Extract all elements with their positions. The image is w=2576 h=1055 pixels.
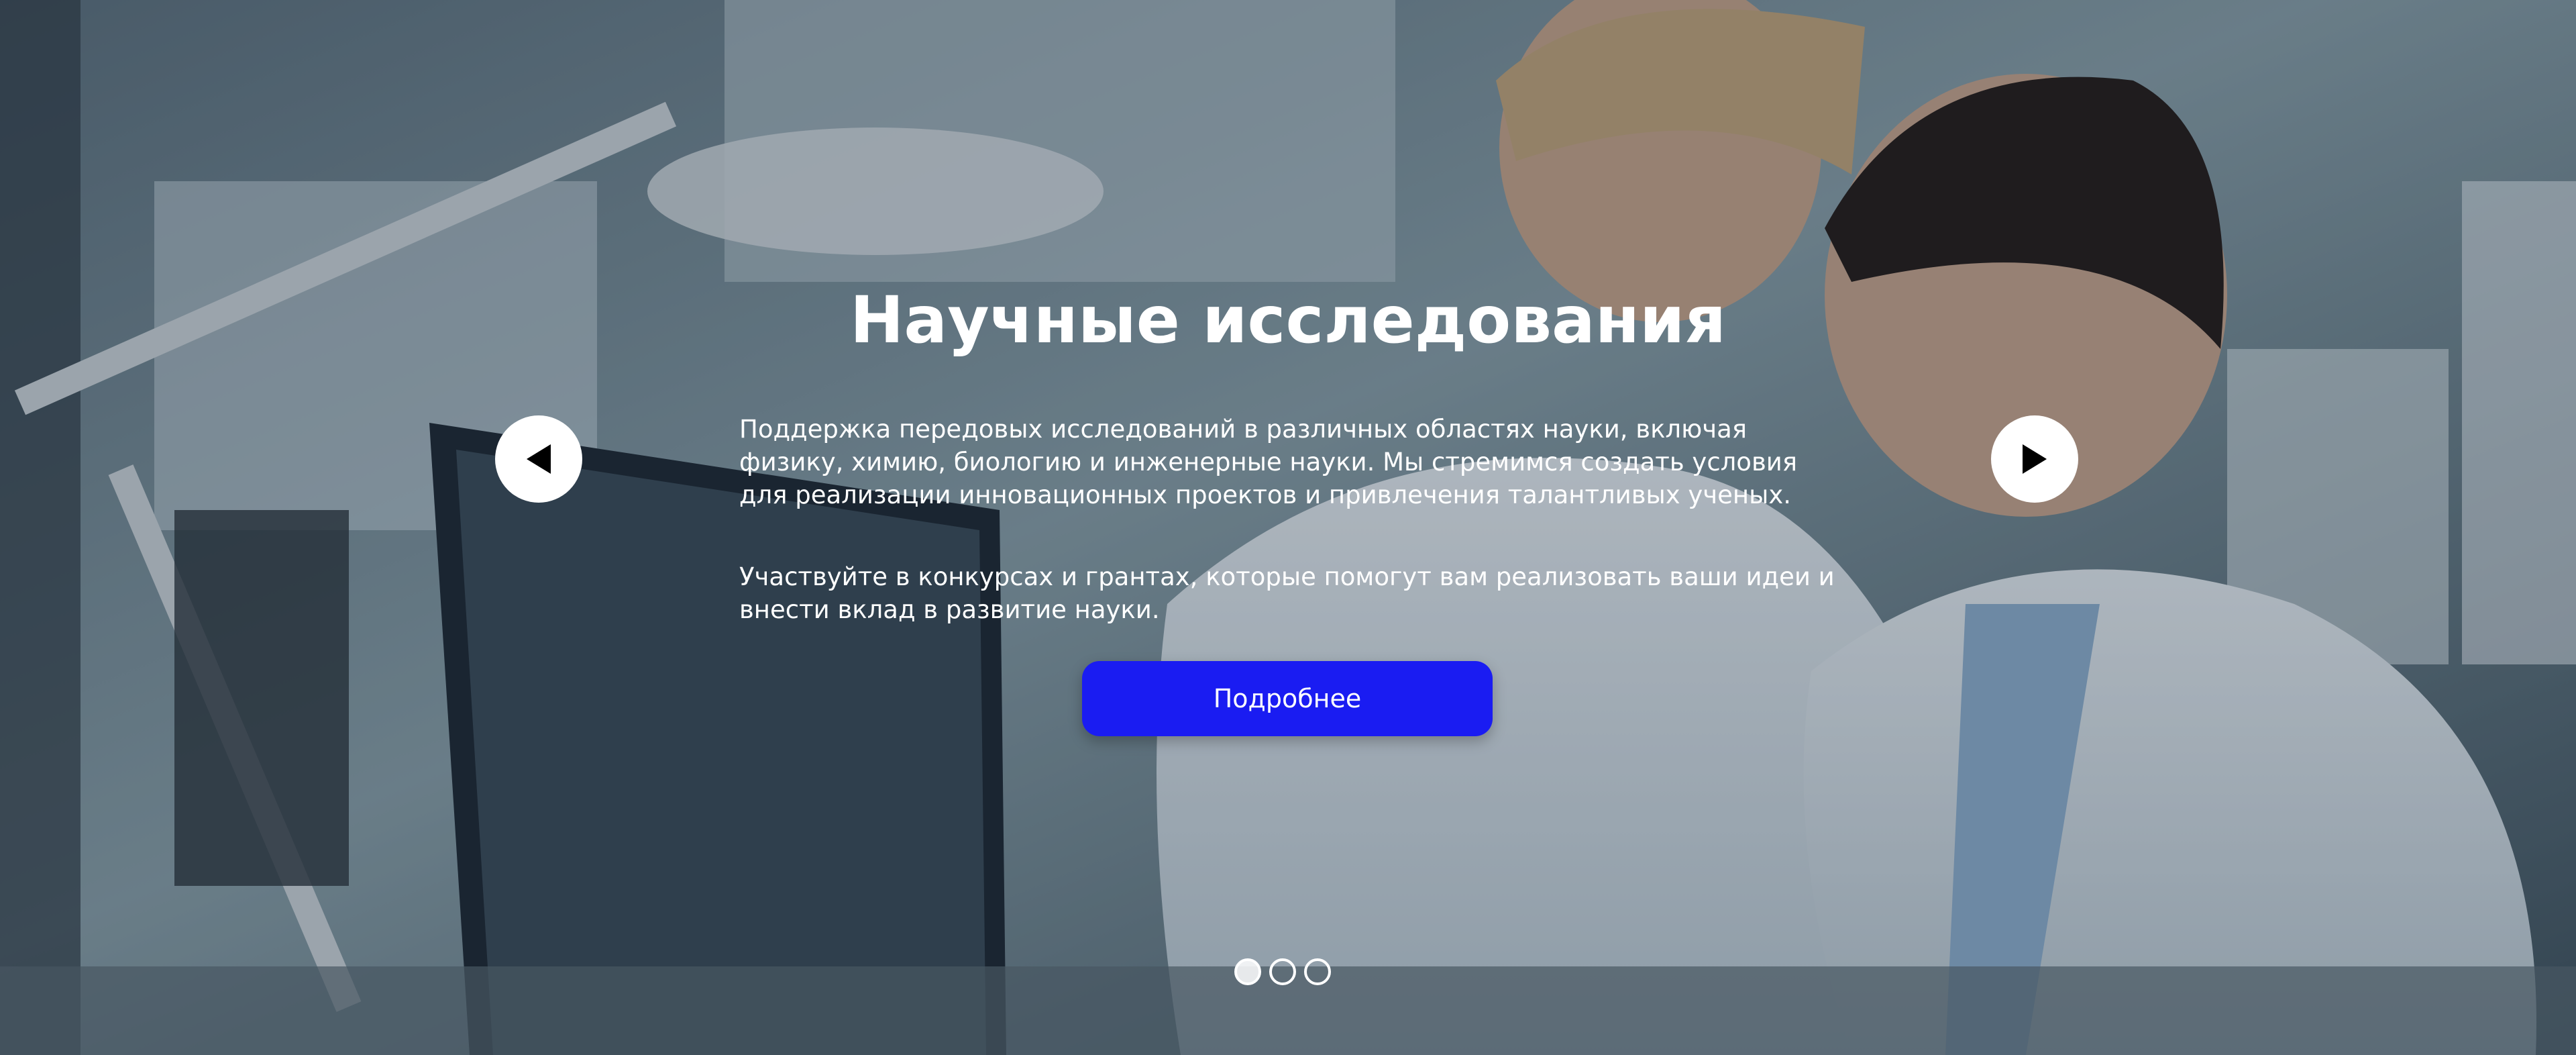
carousel-prev-button[interactable] — [495, 415, 582, 503]
hero-carousel: Научные исследования Поддержка передовых… — [0, 0, 2576, 1055]
carousel-dot-1[interactable] — [1234, 958, 1261, 985]
slide-title: Научные исследования — [849, 283, 1727, 358]
more-details-button[interactable]: Подробнее — [1082, 661, 1493, 736]
carousel-dot-2[interactable] — [1269, 958, 1296, 985]
triangle-left-icon — [527, 444, 551, 474]
carousel-indicators — [1234, 958, 1331, 985]
background-overlay — [0, 0, 2576, 1055]
triangle-right-icon — [2023, 444, 2047, 474]
slide-description: Поддержка передовых исследований в разли… — [739, 415, 1798, 509]
slide-call-to-action-text: Участвуйте в конкурсах и грантах, которы… — [739, 562, 1835, 624]
carousel-next-button[interactable] — [1991, 415, 2078, 503]
carousel-dot-3[interactable] — [1304, 958, 1331, 985]
